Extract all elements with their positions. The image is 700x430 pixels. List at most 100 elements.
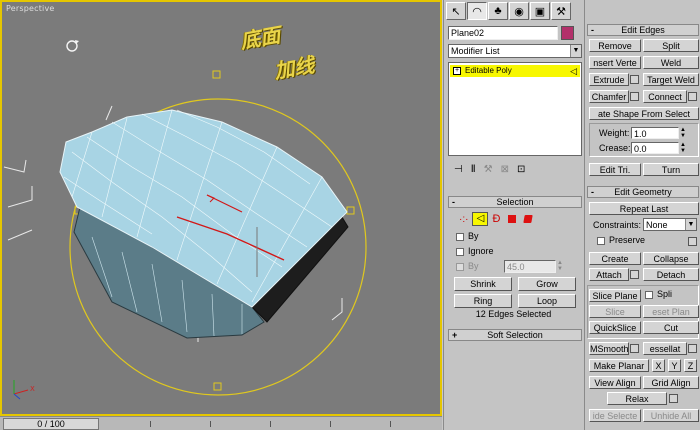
crease-spinner-arrows[interactable]: ▲ ▼ [680, 142, 688, 154]
modifier-stack[interactable]: + Editable Poly ◁ [448, 62, 582, 156]
stack-item-editable-poly[interactable]: + Editable Poly ◁ [450, 65, 580, 77]
slice-plane-button[interactable]: Slice Plane [589, 289, 641, 302]
connect-settings-icon[interactable] [688, 92, 697, 101]
attach-button[interactable]: Attach [589, 268, 629, 281]
object-color-swatch[interactable] [561, 26, 574, 40]
orbit-cursor-icon [66, 40, 79, 52]
command-panel-right: - Edit Edges Remove Split nsert Verte We… [584, 0, 700, 430]
by-vertex-checkbox[interactable] [456, 233, 464, 241]
light-bulb-icon[interactable]: ◁ [570, 65, 577, 77]
extrude-settings-icon[interactable] [630, 75, 639, 84]
pin-stack-icon[interactable]: ⊣ [454, 164, 463, 175]
preserve-uvs-settings-icon[interactable] [688, 237, 697, 246]
timeline-tick [330, 421, 331, 427]
utilities-tab-icon[interactable]: ⚒ [551, 2, 571, 20]
stack-toolbar: ⊣ Ⅱ ⚒ ⊠ ⊡ [448, 160, 582, 178]
time-slider[interactable]: 0 / 100 [3, 418, 99, 430]
chamfer-button[interactable]: Chamfer [589, 90, 629, 103]
grid-align-button[interactable]: Grid Align [643, 376, 699, 389]
hide-selected-button: ide Selecte [589, 409, 641, 422]
remove-button[interactable]: Remove [589, 39, 641, 52]
crease-label: Crease: [599, 143, 631, 153]
axis-tripod-icon: X [13, 380, 35, 400]
loop-button[interactable]: Loop [518, 294, 576, 308]
ignore-backfacing-label: Ignore [468, 246, 494, 256]
planar-y-button[interactable]: Y [668, 359, 681, 372]
extrude-button[interactable]: Extrude [589, 73, 629, 86]
by-angle-label: By [468, 261, 479, 271]
relax-settings-icon[interactable] [669, 394, 678, 403]
planar-z-button[interactable]: Z [684, 359, 697, 372]
cut-button[interactable]: Cut [643, 321, 699, 334]
weight-spinner-arrows[interactable]: ▲ ▼ [680, 127, 688, 139]
viewport-perspective[interactable]: Perspective X 底面 加线 [0, 0, 442, 416]
view-align-button[interactable]: View Align [589, 376, 641, 389]
edit-edges-rollout-header[interactable]: - Edit Edges [587, 24, 699, 36]
subobject-level-icons: ·:· ◁ Ɖ [459, 211, 579, 227]
constraints-value: None [646, 220, 668, 230]
modify-tab-icon[interactable]: ◠ [467, 2, 487, 20]
tessellate-settings-icon[interactable] [688, 344, 697, 353]
create-shape-button[interactable]: ate Shape From Select [589, 107, 699, 120]
viewport-scene: X [3, 40, 367, 400]
chevron-down-icon: ▼ [570, 45, 581, 57]
shrink-button[interactable]: Shrink [454, 277, 512, 291]
edit-geometry-rollout-header[interactable]: - Edit Geometry [587, 186, 699, 198]
grow-button[interactable]: Grow [518, 277, 576, 291]
timeline-bar[interactable]: 0 / 100 [0, 416, 442, 430]
collapse-minus-icon: - [452, 197, 455, 207]
hierarchy-tab-icon[interactable]: ♣ [488, 2, 508, 20]
reset-plane-button: eset Plan [643, 305, 699, 318]
split-label: Spli [657, 289, 673, 299]
make-planar-button[interactable]: Make Planar [589, 359, 649, 372]
create-tab-icon[interactable]: ↖ [446, 2, 466, 20]
modifier-list-dropdown[interactable]: Modifier List ▼ [448, 44, 582, 58]
preserve-uvs-checkbox[interactable] [597, 237, 605, 245]
insert-vertex-button[interactable]: nsert Verte [589, 56, 641, 69]
command-panel-tabs: ↖ ◠ ♣ ◉ ▣ ⚒ [446, 2, 583, 20]
border-level-icon[interactable]: Ɖ [492, 213, 500, 225]
object-name-field[interactable]: Plane02 [448, 26, 558, 40]
split-checkbox[interactable] [645, 291, 653, 299]
selection-rollout-header[interactable]: - Selection [448, 196, 582, 208]
quickslice-button[interactable]: QuickSlice [589, 321, 641, 334]
ring-button[interactable]: Ring [454, 294, 512, 308]
unhide-all-button: Unhide All [643, 409, 699, 422]
planar-x-button[interactable]: X [652, 359, 665, 372]
gizmo-handle-bottom [213, 382, 222, 391]
display-tab-icon[interactable]: ▣ [530, 2, 550, 20]
configure-sets-icon[interactable]: ⊡ [517, 164, 525, 175]
vertex-level-icon[interactable]: ·:· [459, 214, 468, 225]
crease-spinner[interactable]: 0.0 [631, 142, 679, 154]
constraints-dropdown[interactable]: None ▼ [643, 218, 697, 231]
selection-status: 12 Edges Selected [475, 309, 552, 319]
motion-tab-icon[interactable]: ◉ [509, 2, 529, 20]
create-button[interactable]: Create [589, 252, 641, 265]
repeat-last-button[interactable]: Repeat Last [589, 202, 699, 215]
chamfer-settings-icon[interactable] [630, 92, 639, 101]
collapse-button[interactable]: Collapse [643, 252, 699, 265]
connect-button[interactable]: Connect [643, 90, 687, 103]
polygon-level-icon[interactable] [508, 215, 517, 223]
detach-button[interactable]: Detach [643, 268, 699, 281]
split-button[interactable]: Split [643, 39, 699, 52]
weld-button[interactable]: Weld [643, 56, 699, 69]
tessellate-button[interactable]: essellat [643, 342, 687, 355]
soft-selection-rollout-title: Soft Selection [487, 330, 543, 340]
ignore-backfacing-checkbox[interactable] [456, 248, 464, 256]
attach-settings-icon[interactable] [630, 270, 639, 279]
turn-button[interactable]: Turn [643, 163, 699, 176]
soft-selection-rollout-header[interactable]: + Soft Selection [448, 329, 582, 341]
target-weld-button[interactable]: Target Weld [643, 73, 699, 86]
show-end-result-icon[interactable]: Ⅱ [471, 164, 476, 175]
expand-plus-icon[interactable]: + [453, 67, 461, 75]
msmooth-settings-icon[interactable] [630, 344, 639, 353]
element-level-icon[interactable] [523, 215, 534, 223]
svg-text:X: X [30, 385, 35, 393]
weight-spinner[interactable]: 1.0 [631, 127, 679, 139]
edge-level-icon[interactable]: ◁ [472, 212, 489, 226]
relax-button[interactable]: Relax [607, 392, 667, 405]
msmooth-button[interactable]: MSmooth [589, 342, 629, 355]
edit-tri-button[interactable]: Edit Tri. [589, 163, 641, 176]
preserve-uvs-label: Preserve [609, 235, 646, 245]
